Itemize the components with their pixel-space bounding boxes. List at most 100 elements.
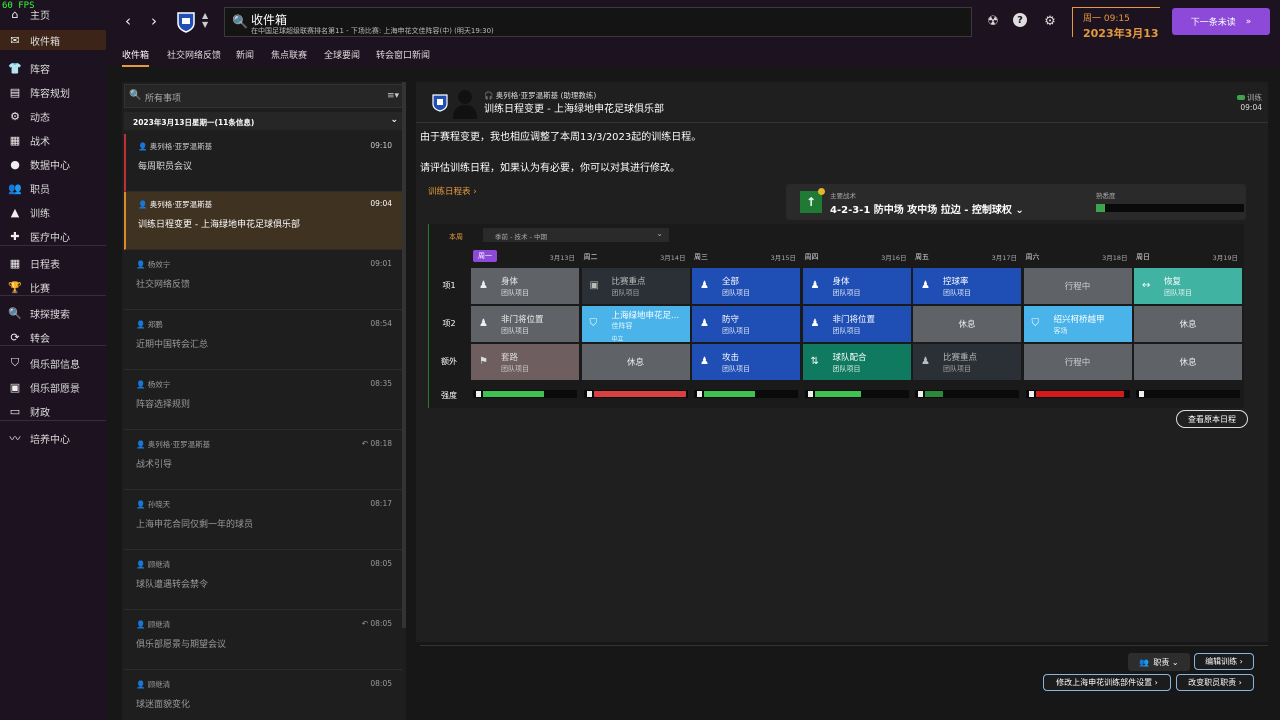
roles-dropdown-button[interactable]: 👥 职责 ⌄ xyxy=(1128,653,1190,671)
filter-menu-icon[interactable]: ≡▾ xyxy=(387,91,399,101)
training-session[interactable]: ♟ 防守 团队项目 xyxy=(692,306,800,342)
training-session[interactable]: ♟ 全部 团队项目 xyxy=(692,268,800,304)
date-group-header[interactable]: 2023年3月13日星期一(11条信息) ⌄ xyxy=(124,112,402,130)
list-item[interactable]: 👤 杨效宁 08:35 阵容选择规则 xyxy=(124,372,402,430)
intensity-fill xyxy=(704,391,755,397)
calendar-icon: ▦ xyxy=(9,256,21,270)
nav-item-label: 战术 xyxy=(30,136,50,148)
tab-5[interactable]: 转会窗口新闻 xyxy=(376,48,430,65)
staff-icon: 👥 xyxy=(8,181,22,195)
modify-training-unit-button[interactable]: 修改上海申花训练部件设置 › xyxy=(1043,674,1171,691)
list-item[interactable]: 👤 顾继清 ↶ 08:05 俱乐部愿景与期望会议 xyxy=(124,612,402,670)
nav-item-transfer[interactable]: ⟳ 转会 xyxy=(0,327,106,347)
list-item[interactable]: 👤 顾继清 08:05 球迷面貌变化 xyxy=(124,672,402,720)
phase-dropdown[interactable]: 季前 - 技术 - 中期 ⌄ xyxy=(483,228,669,242)
game-date-box[interactable]: 周一 09:15 2023年3月13日 xyxy=(1072,7,1160,56)
next-unread-button[interactable]: 下一条未读 » xyxy=(1172,8,1270,35)
list-item[interactable]: 👤 孙晓天 08:17 上海申花合同仅剩一年的球员 xyxy=(124,492,402,550)
intensity-marker xyxy=(697,391,702,397)
training-session[interactable]: ♟ 非门将位置 团队项目 xyxy=(471,306,579,342)
nav-item-data[interactable]: ● 数据中心 xyxy=(0,154,106,174)
settings-gear-icon[interactable]: ⚙ xyxy=(1042,13,1058,29)
nav-item-club-info[interactable]: ⛉ 俱乐部信息 xyxy=(0,353,106,373)
inbox-filter-search[interactable]: 🔍 所有事项 ≡▾ xyxy=(124,84,404,108)
session-type: 团队项目 xyxy=(611,289,640,297)
message-time: 08:17 xyxy=(370,499,392,508)
nav-item-finance[interactable]: ▭ 财政 xyxy=(0,401,106,421)
search-bar[interactable]: 🔍 收件箱 在中国足球超级联赛排名第11 - 下场比赛: 上海申花文佳阵容(中)… xyxy=(224,7,972,37)
list-item[interactable]: 👤 顾继清 08:05 球队遭遇转会禁令 xyxy=(124,552,402,610)
intensity-marker xyxy=(918,391,923,397)
view-original-schedule-button[interactable]: 查看原本日程 xyxy=(1176,410,1248,428)
nav-item-clipboard[interactable]: ▤ 阵容规划 xyxy=(0,82,106,102)
message-time: 08:05 xyxy=(370,559,392,568)
list-item[interactable]: 👤 奥列格·亚罗温斯基 09:04 训练日程变更 - 上海绿地申花足球俱乐部 xyxy=(124,192,402,250)
familiarity-fill xyxy=(1096,204,1105,212)
forward-arrow-icon[interactable]: › xyxy=(144,10,164,32)
training-session[interactable]: ♟ 比赛重点 团队项目 xyxy=(913,344,1021,380)
training-session[interactable]: 休息 xyxy=(581,344,690,380)
training-session[interactable]: ♟ 攻击 团队项目 xyxy=(692,344,800,380)
training-session[interactable]: ♟ 非门将位置 团队项目 xyxy=(802,306,911,342)
training-session[interactable]: ⛉ 绍兴柯桥越甲 客场 xyxy=(1023,306,1132,342)
assistant-icon[interactable]: ☢ xyxy=(985,13,1001,29)
training-session[interactable]: 休息 xyxy=(1134,344,1242,380)
training-session[interactable]: 行程中 xyxy=(1023,344,1132,380)
session-type: 团队项目 xyxy=(722,327,750,335)
training-session[interactable]: ▣ 比赛重点 团队项目 xyxy=(581,268,690,304)
tactic-name[interactable]: 4-2-3-1 防中场 攻中场 拉边 - 控制球权 ⌄ xyxy=(830,201,1024,216)
nav-item-development[interactable]: 〰培养中心 xyxy=(0,428,106,448)
session-label: 休息 xyxy=(958,320,976,330)
nav-item-inbox[interactable]: ✉ 收件箱 xyxy=(0,30,106,50)
nav-item-shirt[interactable]: 👕 阵容 xyxy=(0,58,106,78)
session-label: 行程中 xyxy=(1064,282,1091,292)
tactic-box[interactable]: ↑ 主要战术 4-2-3-1 防中场 攻中场 拉边 - 控制球权 ⌄ 熟悉度 xyxy=(786,184,1246,220)
tab-2[interactable]: 新闻 xyxy=(236,48,254,65)
training-session[interactable]: ↔ 恢复 团队项目 xyxy=(1134,268,1242,304)
training-session[interactable]: ♟ 身体 团队项目 xyxy=(802,268,911,304)
session-type: 团队项目 xyxy=(832,365,861,373)
training-session[interactable]: 休息 xyxy=(913,306,1021,342)
club-crest-icon[interactable] xyxy=(176,11,196,33)
training-session[interactable]: ⚑ 套路 团队项目 xyxy=(471,344,579,380)
tab-4[interactable]: 全球要闻 xyxy=(324,48,360,65)
nav-item-tactics[interactable]: ▦ 战术 xyxy=(0,130,106,150)
training-session[interactable]: ⛉ 上海绿地申花足... 佳阵容 中立 xyxy=(581,306,690,343)
training-schedule-link[interactable]: 训练日程表 › xyxy=(428,185,477,197)
tag-label: 训练 xyxy=(1247,93,1262,102)
tab-3[interactable]: 焦点联赛 xyxy=(271,48,307,65)
help-icon[interactable]: ? xyxy=(1013,13,1027,27)
list-item[interactable]: 👤 奥列格·亚罗温斯基 ↶ 08:18 战术引导 xyxy=(124,432,402,490)
training-session[interactable]: 休息 xyxy=(1134,306,1242,342)
edit-training-button[interactable]: 编辑训练 › xyxy=(1194,653,1254,670)
nav-item-trophy[interactable]: 🏆 比赛 xyxy=(0,277,106,297)
list-item[interactable]: 👤 杨效宁 09:01 社交网络反馈 xyxy=(124,252,402,310)
training-session[interactable]: 行程中 xyxy=(1023,268,1132,304)
club-switch-icon[interactable]: ▲ ▼ xyxy=(202,11,208,29)
back-arrow-icon[interactable]: ‹ xyxy=(118,10,138,32)
nav-item-calendar[interactable]: ▦ 日程表 xyxy=(0,253,106,273)
message-subject: 球迷面貌变化 xyxy=(136,700,191,710)
nav-item-scouting[interactable]: 🔍 球探搜索 xyxy=(0,303,106,323)
list-item[interactable]: 👤 郑鹏 08:54 近期中国转会汇总 xyxy=(124,312,402,370)
nav-item-training[interactable]: ▲ 训练 xyxy=(0,202,106,222)
inbox-scrollbar[interactable] xyxy=(402,82,406,628)
day-header: 周四 3月16日 xyxy=(803,250,911,264)
nav-item-vision[interactable]: ▣ 俱乐部愿景 xyxy=(0,377,106,397)
nav-item-label: 收件箱 xyxy=(30,36,60,48)
list-item[interactable]: 👤 奥列格·亚罗温斯基 09:10 每周职员会议 xyxy=(124,134,402,192)
training-session[interactable]: ⇅ 球队配合 团队项目 xyxy=(802,344,911,380)
training-session[interactable]: ♟ 身体 团队项目 xyxy=(471,268,579,304)
nav-item-dynamics[interactable]: ⚙ 动态 xyxy=(0,106,106,126)
dynamics-icon: ⚙ xyxy=(10,109,20,123)
training-session[interactable]: ♟ 控球率 团队项目 xyxy=(913,268,1021,304)
medical-icon: ✚ xyxy=(10,229,20,243)
change-staff-roles-button[interactable]: 改变职员职责 › xyxy=(1176,674,1254,691)
tab-0[interactable]: 收件箱 xyxy=(122,48,150,67)
message-subject: 训练日程变更 - 上海绿地申花足球俱乐部 xyxy=(484,104,664,115)
session-name: 控球率 xyxy=(943,277,969,287)
nav-item-staff[interactable]: 👥 职员 xyxy=(0,178,106,198)
nav-item-medical[interactable]: ✚ 医疗中心 xyxy=(0,226,106,246)
tab-1[interactable]: 社交网络反馈 xyxy=(167,48,221,65)
session-icon: ♟ xyxy=(921,280,930,291)
